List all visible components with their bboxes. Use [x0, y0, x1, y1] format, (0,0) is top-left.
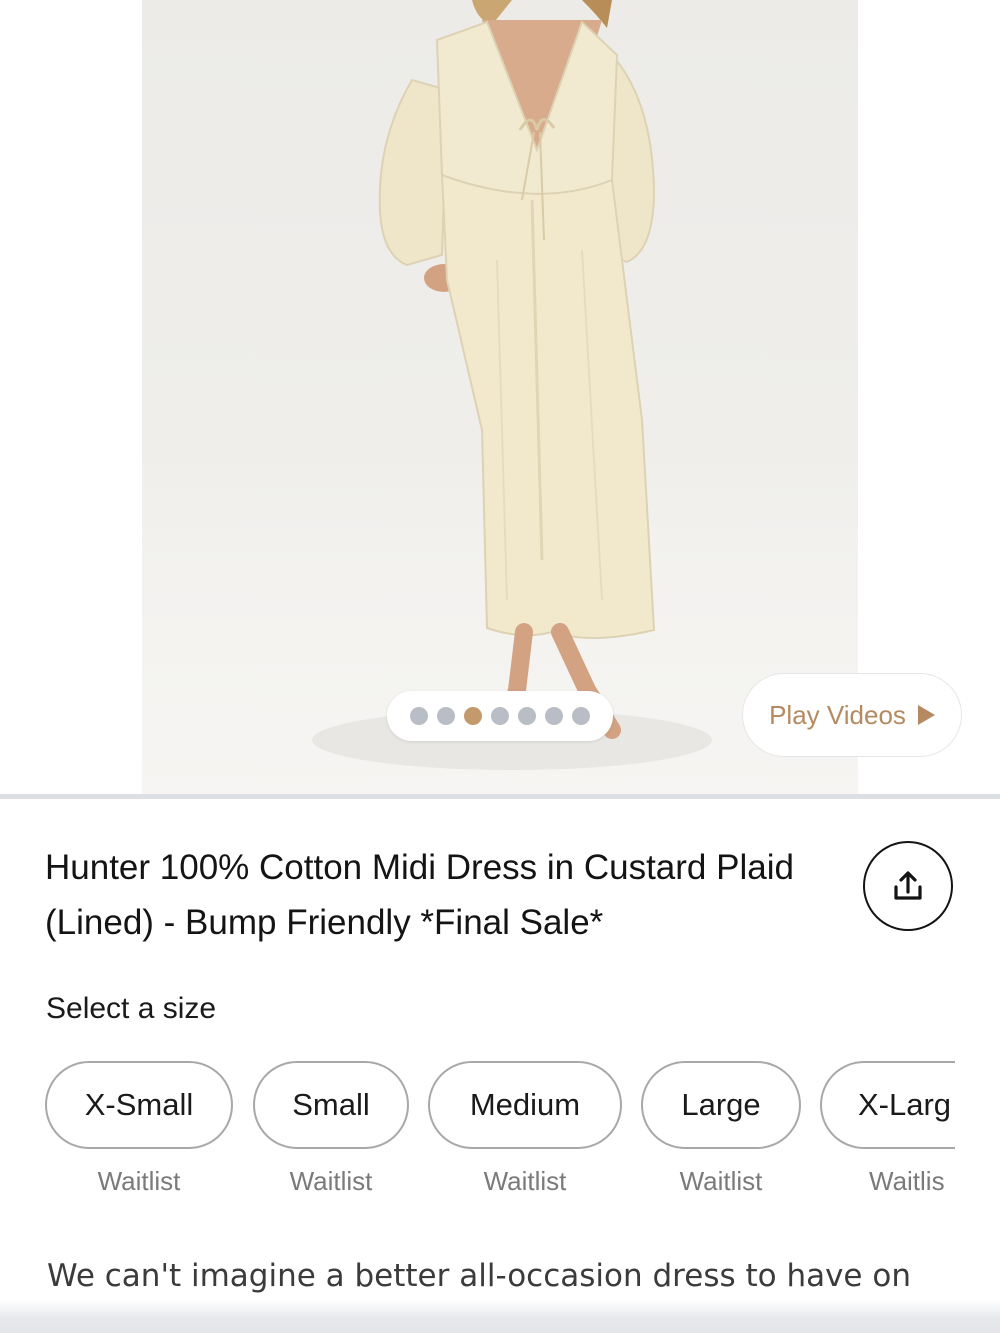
scroll-fade	[0, 1300, 1000, 1333]
carousel-indicator[interactable]	[387, 691, 613, 741]
product-image-carousel[interactable]: Play Videos	[0, 0, 1000, 796]
size-status: Waitlist	[483, 1166, 567, 1196]
play-icon	[917, 705, 935, 725]
size-chip[interactable]: Medium	[428, 1061, 622, 1149]
size-chip[interactable]: X-Larg	[820, 1061, 955, 1149]
size-status: Waitlist	[679, 1166, 763, 1196]
carousel-dot[interactable]	[545, 707, 563, 725]
size-chip[interactable]: X-Small	[45, 1061, 233, 1149]
product-description: We can't imagine a better all-occasion d…	[47, 1258, 911, 1294]
size-chip[interactable]: Small	[253, 1061, 409, 1149]
share-icon	[894, 871, 922, 900]
carousel-dot[interactable]	[491, 707, 509, 725]
carousel-dot[interactable]	[572, 707, 590, 725]
size-status: Waitlis	[869, 1166, 945, 1196]
size-status: Waitlist	[97, 1166, 181, 1196]
section-divider	[0, 794, 1000, 799]
size-option-x-small: X-Small Waitlist	[45, 1061, 233, 1197]
size-option-x-large: X-Larg Waitlis	[820, 1061, 955, 1197]
product-photo[interactable]	[142, 0, 858, 796]
carousel-dot[interactable]	[410, 707, 428, 725]
carousel-dot-active[interactable]	[464, 707, 482, 725]
size-option-medium: Medium Waitlist	[428, 1061, 622, 1197]
product-title: Hunter 100% Cotton Midi Dress in Custard…	[45, 848, 794, 942]
size-options: X-Small Waitlist Small Waitlist Medium W…	[45, 1061, 955, 1211]
play-videos-label: Play Videos	[769, 699, 906, 730]
size-option-small: Small Waitlist	[253, 1061, 409, 1197]
share-button[interactable]	[863, 841, 953, 931]
carousel-dot[interactable]	[437, 707, 455, 725]
product-page: Play Videos Hunter 100% Cotton Midi Dres…	[0, 0, 1000, 1333]
size-chip[interactable]: Large	[641, 1061, 801, 1149]
carousel-dot[interactable]	[518, 707, 536, 725]
size-status: Waitlist	[289, 1166, 373, 1196]
play-videos-button[interactable]: Play Videos	[742, 673, 962, 757]
select-size-label: Select a size	[46, 992, 217, 1025]
dress-illustration	[312, 0, 712, 770]
size-option-large: Large Waitlist	[641, 1061, 801, 1197]
